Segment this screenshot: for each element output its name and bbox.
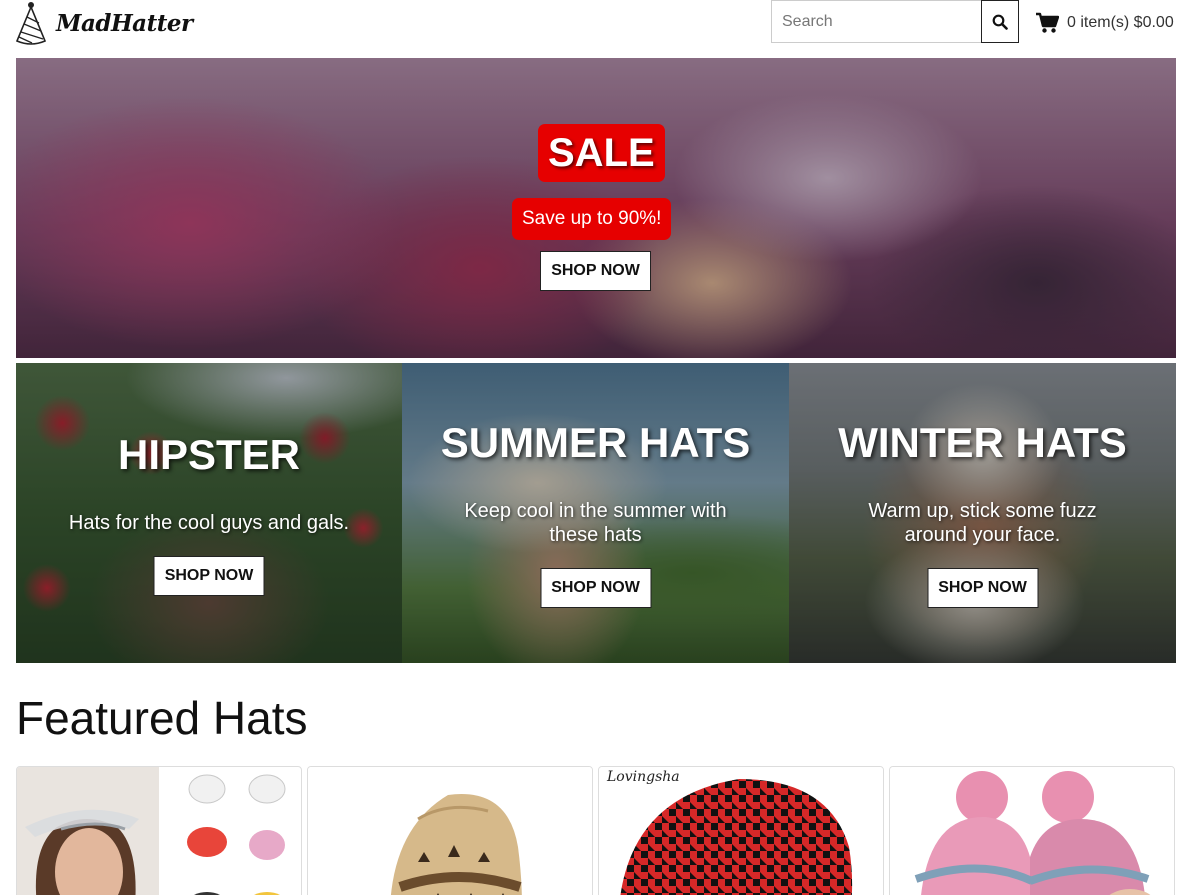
category-tile-summer-hats[interactable]: SUMMER HATS Keep cool in the summer with… — [402, 363, 789, 663]
search-icon — [992, 14, 1008, 30]
hero-shop-now-button[interactable]: SHOP NOW — [540, 251, 651, 291]
category-description: Keep cool in the summer with these hats — [464, 500, 727, 546]
category-title: WINTER HATS — [838, 419, 1127, 466]
search-button[interactable] — [981, 0, 1019, 43]
summer-shop-now-button[interactable]: SHOP NOW — [540, 568, 651, 608]
houndstooth-beanie-image — [599, 767, 883, 895]
cart-summary: 0 item(s) $0.00 — [1067, 14, 1174, 31]
product-card-sun-visor[interactable] — [16, 766, 302, 895]
palm-print-fedora-image — [308, 767, 592, 895]
logo[interactable]: MadHatter — [14, 0, 193, 46]
hero-banner: SALE Save up to 90%! SHOP NOW — [16, 58, 1176, 358]
category-title: HIPSTER — [117, 431, 301, 478]
product-image-watermark: Lovingsha — [607, 769, 680, 785]
featured-products: Lovingsha — [16, 766, 1176, 895]
product-card-houndstooth-beanie[interactable]: Lovingsha — [598, 766, 884, 895]
product-card-fedora[interactable] — [307, 766, 593, 895]
category-tile-hipster[interactable]: HIPSTER Hats for the cool guys and gals.… — [16, 363, 402, 663]
shopping-cart-icon — [1036, 12, 1059, 33]
hero-content: SALE Save up to 90%! SHOP NOW — [16, 58, 1176, 358]
category-title: SUMMER HATS — [440, 419, 751, 466]
category-tiles: HIPSTER Hats for the cool guys and gals.… — [16, 363, 1176, 663]
sale-badge: SALE — [538, 124, 665, 182]
category-description: Hats for the cool guys and gals. — [68, 512, 350, 534]
hipster-shop-now-button[interactable]: SHOP NOW — [153, 556, 265, 596]
product-card-pink-beanie[interactable] — [889, 766, 1175, 895]
search-input[interactable] — [771, 0, 981, 43]
winter-shop-now-button[interactable]: SHOP NOW — [927, 568, 1038, 608]
party-hat-icon — [15, 2, 47, 45]
discount-badge: Save up to 90%! — [512, 198, 672, 240]
site-header: MadHatter 0 item(s) $0.00 — [0, 0, 1197, 50]
category-tile-winter-hats[interactable]: WINTER HATS Warm up, stick some fuzz aro… — [789, 363, 1176, 663]
pink-pompom-beanie-image — [890, 767, 1174, 895]
cart-button[interactable]: 0 item(s) $0.00 — [1035, 8, 1174, 38]
sun-visor-hats-image — [17, 767, 286, 895]
category-description: Warm up, stick some fuzz around your fac… — [868, 500, 1097, 546]
brand-name: MadHatter — [56, 9, 193, 37]
featured-heading: Featured Hats — [16, 692, 308, 744]
search-bar — [771, 0, 1019, 43]
